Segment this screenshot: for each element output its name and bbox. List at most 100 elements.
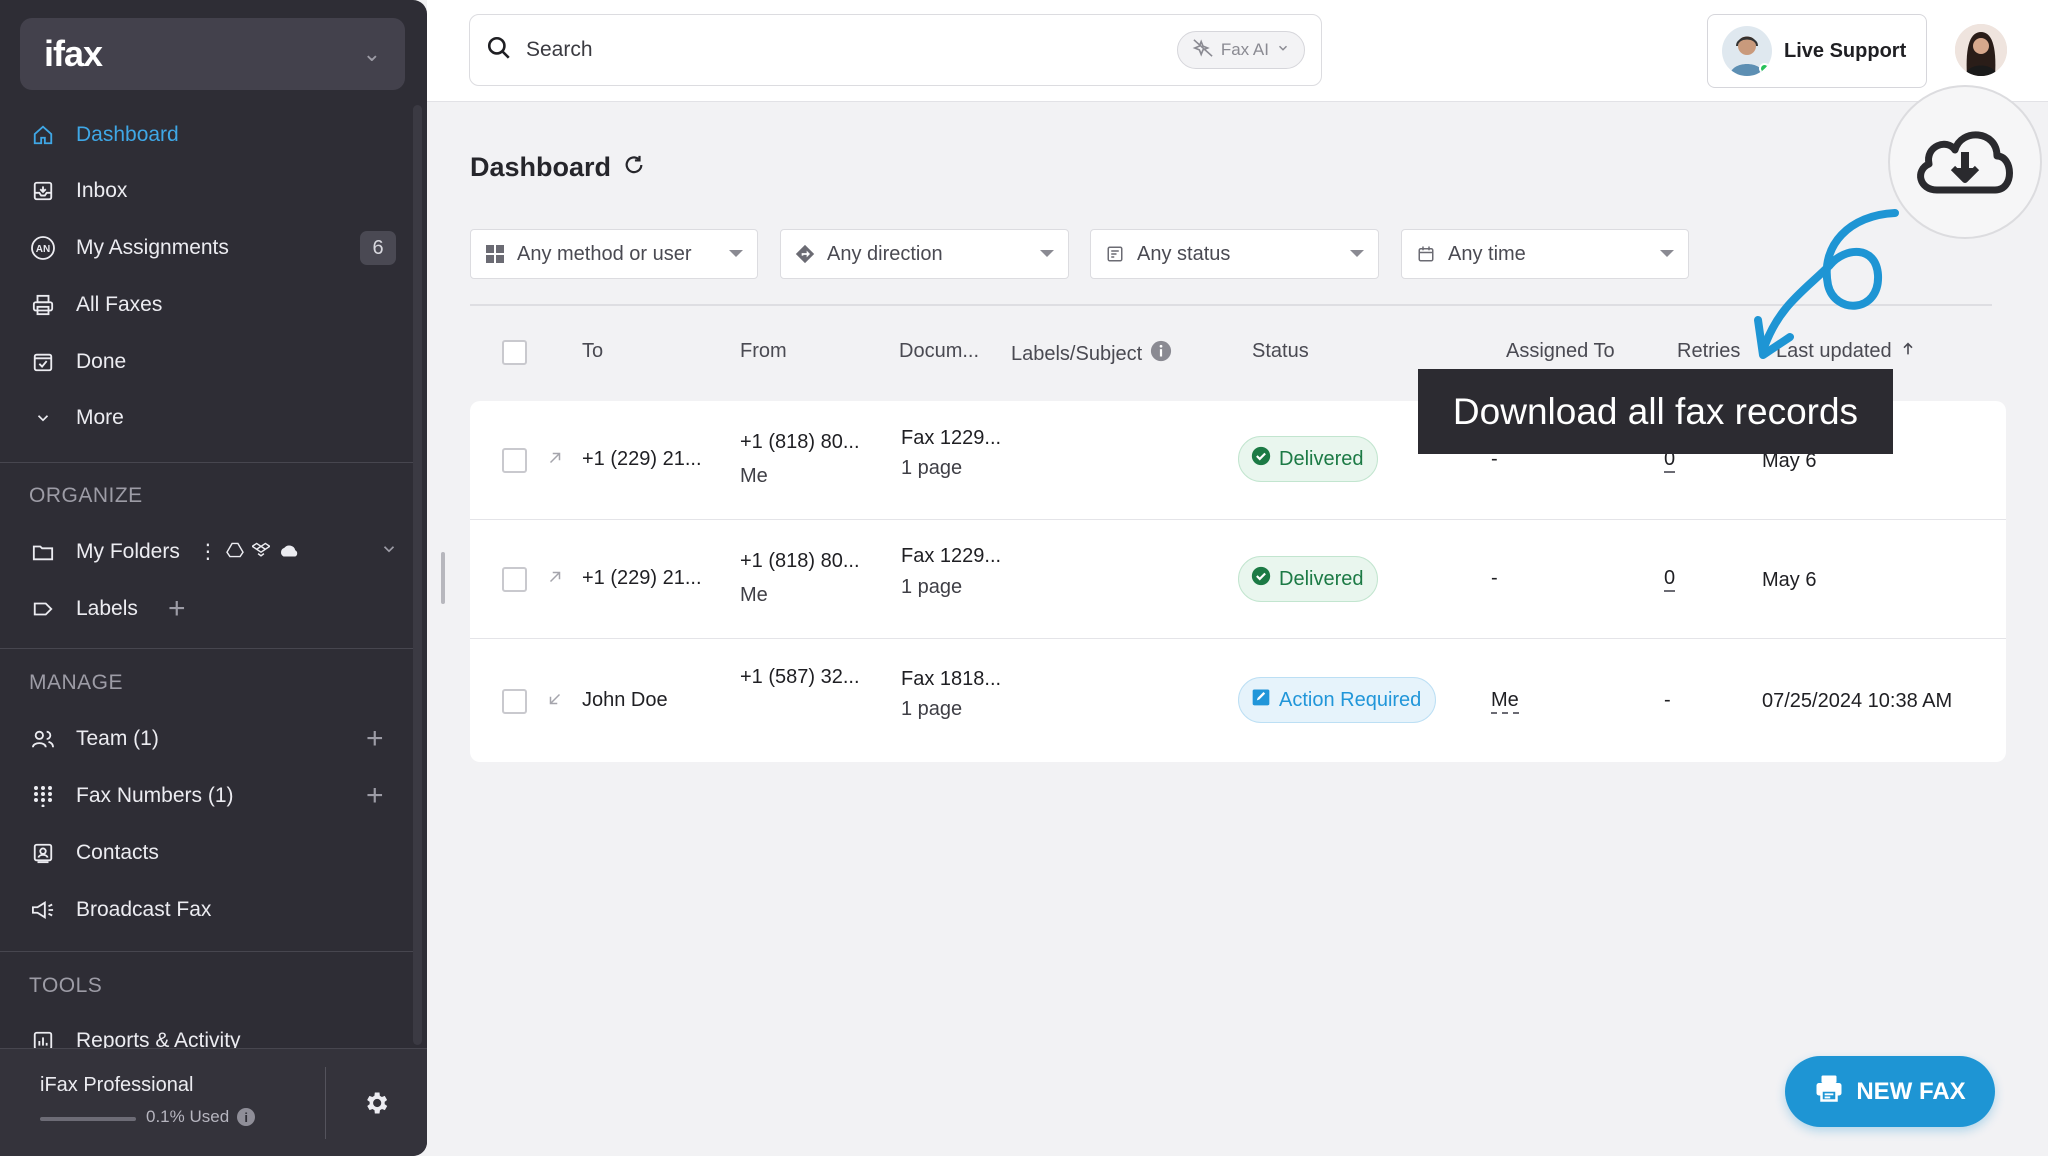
column-header-from[interactable]: From: [740, 340, 787, 363]
sidebar-item-contacts[interactable]: Contacts: [0, 831, 410, 875]
sidebar-item-team[interactable]: Team (1) +: [0, 717, 410, 761]
cell-document-pages: 1 page: [901, 457, 963, 479]
search-input[interactable]: Search: [526, 38, 1177, 62]
chevron-down-icon: [1276, 40, 1290, 60]
column-header-to[interactable]: To: [582, 340, 603, 363]
column-header-status[interactable]: Status: [1252, 340, 1309, 363]
add-team-member-icon[interactable]: +: [366, 722, 384, 756]
sidebar-item-my-assignments[interactable]: AN My Assignments 6: [0, 226, 410, 270]
sidebar-item-done[interactable]: Done: [0, 340, 410, 384]
sidebar-item-more[interactable]: More: [0, 396, 410, 440]
sidebar-resize-handle[interactable]: [441, 552, 445, 604]
divider: [0, 951, 414, 952]
usage-bar: [40, 1117, 136, 1121]
column-header-assigned-to[interactable]: Assigned To: [1506, 340, 1615, 363]
cell-to: +1 (229) 21...: [582, 567, 702, 589]
kebab-icon[interactable]: ⋮: [198, 542, 218, 562]
cell-retries: -: [1664, 689, 1671, 711]
settings-button[interactable]: [356, 1085, 396, 1125]
sidebar-item-broadcast-fax[interactable]: Broadcast Fax: [0, 888, 410, 932]
column-header-retries[interactable]: Retries: [1677, 340, 1740, 363]
row-checkbox[interactable]: [502, 567, 527, 592]
chevron-down-icon: ⌄: [362, 41, 381, 66]
top-bar: Search Fax AI Live Support: [427, 0, 2048, 102]
cell-from: +1 (587) 32...: [740, 666, 860, 688]
check-circle-icon: [1251, 566, 1271, 592]
row-checkbox[interactable]: [502, 448, 527, 473]
check-circle-icon: [1251, 446, 1271, 472]
cell-document[interactable]: Fax 1229...: [901, 545, 1001, 568]
cell-assigned-to[interactable]: -: [1491, 567, 1498, 590]
sidebar-item-inbox[interactable]: Inbox: [0, 169, 410, 213]
team-icon: [28, 724, 58, 754]
new-fax-label: NEW FAX: [1856, 1077, 1966, 1105]
filter-status[interactable]: Any status: [1090, 229, 1379, 279]
done-icon: [28, 347, 58, 377]
live-support-button[interactable]: Live Support: [1707, 14, 1927, 88]
cell-document[interactable]: Fax 1229...: [901, 427, 1001, 450]
sidebar-item-label: Done: [76, 350, 127, 373]
search-bar[interactable]: Search Fax AI: [469, 14, 1322, 86]
cell-to: +1 (229) 21...: [582, 448, 702, 470]
cloud-integrations: ⋮: [198, 540, 300, 564]
filter-direction[interactable]: Any direction: [780, 229, 1069, 279]
divider: [0, 648, 414, 649]
status-badge: Delivered: [1238, 556, 1379, 602]
user-avatar[interactable]: [1955, 24, 2007, 76]
page-title-text: Dashboard: [470, 152, 612, 182]
contacts-icon: [28, 838, 58, 868]
sidebar-item-label: Contacts: [76, 841, 159, 864]
support-agent-avatar: [1722, 26, 1772, 76]
info-icon[interactable]: [1150, 340, 1172, 368]
section-label-tools: TOOLS: [29, 974, 103, 997]
page-title: Dashboard: [470, 152, 645, 183]
cell-document-pages: 1 page: [901, 698, 963, 720]
sidebar-item-label: Broadcast Fax: [76, 898, 212, 921]
printer-icon: [1814, 1073, 1844, 1110]
calendar-icon: [1416, 244, 1436, 264]
download-all-button[interactable]: [1888, 85, 2042, 239]
column-header-labels-subject[interactable]: Labels/Subject: [1011, 340, 1172, 368]
row-checkbox[interactable]: [502, 689, 527, 714]
sidebar-item-my-folders[interactable]: My Folders ⋮: [0, 530, 410, 574]
filter-method-user[interactable]: Any method or user: [470, 229, 758, 279]
column-header-document[interactable]: Docum...: [899, 340, 979, 363]
filter-time[interactable]: Any time: [1401, 229, 1689, 279]
folder-icon: [28, 537, 58, 567]
gear-icon: [362, 1089, 390, 1122]
sidebar-scrollbar[interactable]: [413, 105, 422, 1045]
select-all-checkbox[interactable]: [502, 340, 527, 365]
incoming-arrow-icon: [546, 690, 564, 713]
action-required-icon: [1251, 687, 1271, 713]
sidebar-item-labels[interactable]: Labels +: [0, 587, 410, 631]
cell-assigned-to[interactable]: Me: [1491, 689, 1519, 714]
row-divider: [470, 638, 2006, 639]
cell-last-updated: 07/25/2024 10:38 AM: [1762, 690, 1953, 712]
sidebar-item-label: All Faxes: [76, 293, 163, 316]
account-switcher[interactable]: ifax ⌄: [20, 18, 405, 90]
sidebar-item-label: Labels: [76, 597, 138, 620]
filter-label: Any status: [1137, 242, 1231, 265]
add-fax-number-icon[interactable]: +: [366, 779, 384, 813]
cell-retries[interactable]: 0: [1664, 567, 1676, 592]
sidebar-item-dashboard[interactable]: Dashboard: [0, 113, 410, 157]
cell-to: John Doe: [582, 689, 668, 711]
outgoing-arrow-icon: [546, 568, 564, 591]
direction-icon: [795, 244, 815, 264]
chevron-down-icon[interactable]: [380, 540, 398, 564]
fax-ai-toggle[interactable]: Fax AI: [1176, 31, 1305, 69]
cell-last-updated: May 6: [1762, 569, 1817, 591]
sidebar-item-fax-numbers[interactable]: Fax Numbers (1) +: [0, 774, 410, 818]
cell-from-sub: Me: [740, 584, 768, 606]
label-icon: [28, 594, 58, 624]
cell-document[interactable]: Fax 1818...: [901, 668, 1001, 691]
online-status-dot: [1759, 63, 1770, 74]
add-label-icon[interactable]: +: [168, 592, 186, 626]
new-fax-button[interactable]: NEW FAX: [1785, 1056, 1995, 1127]
refresh-icon[interactable]: [623, 152, 645, 183]
sidebar-item-all-faxes[interactable]: All Faxes: [0, 283, 410, 327]
ifax-logo: ifax: [44, 33, 103, 74]
caret-down-icon: [729, 250, 743, 257]
plan-footer: iFax Professional 0.1% Used i: [0, 1048, 427, 1156]
info-icon[interactable]: i: [237, 1108, 256, 1126]
